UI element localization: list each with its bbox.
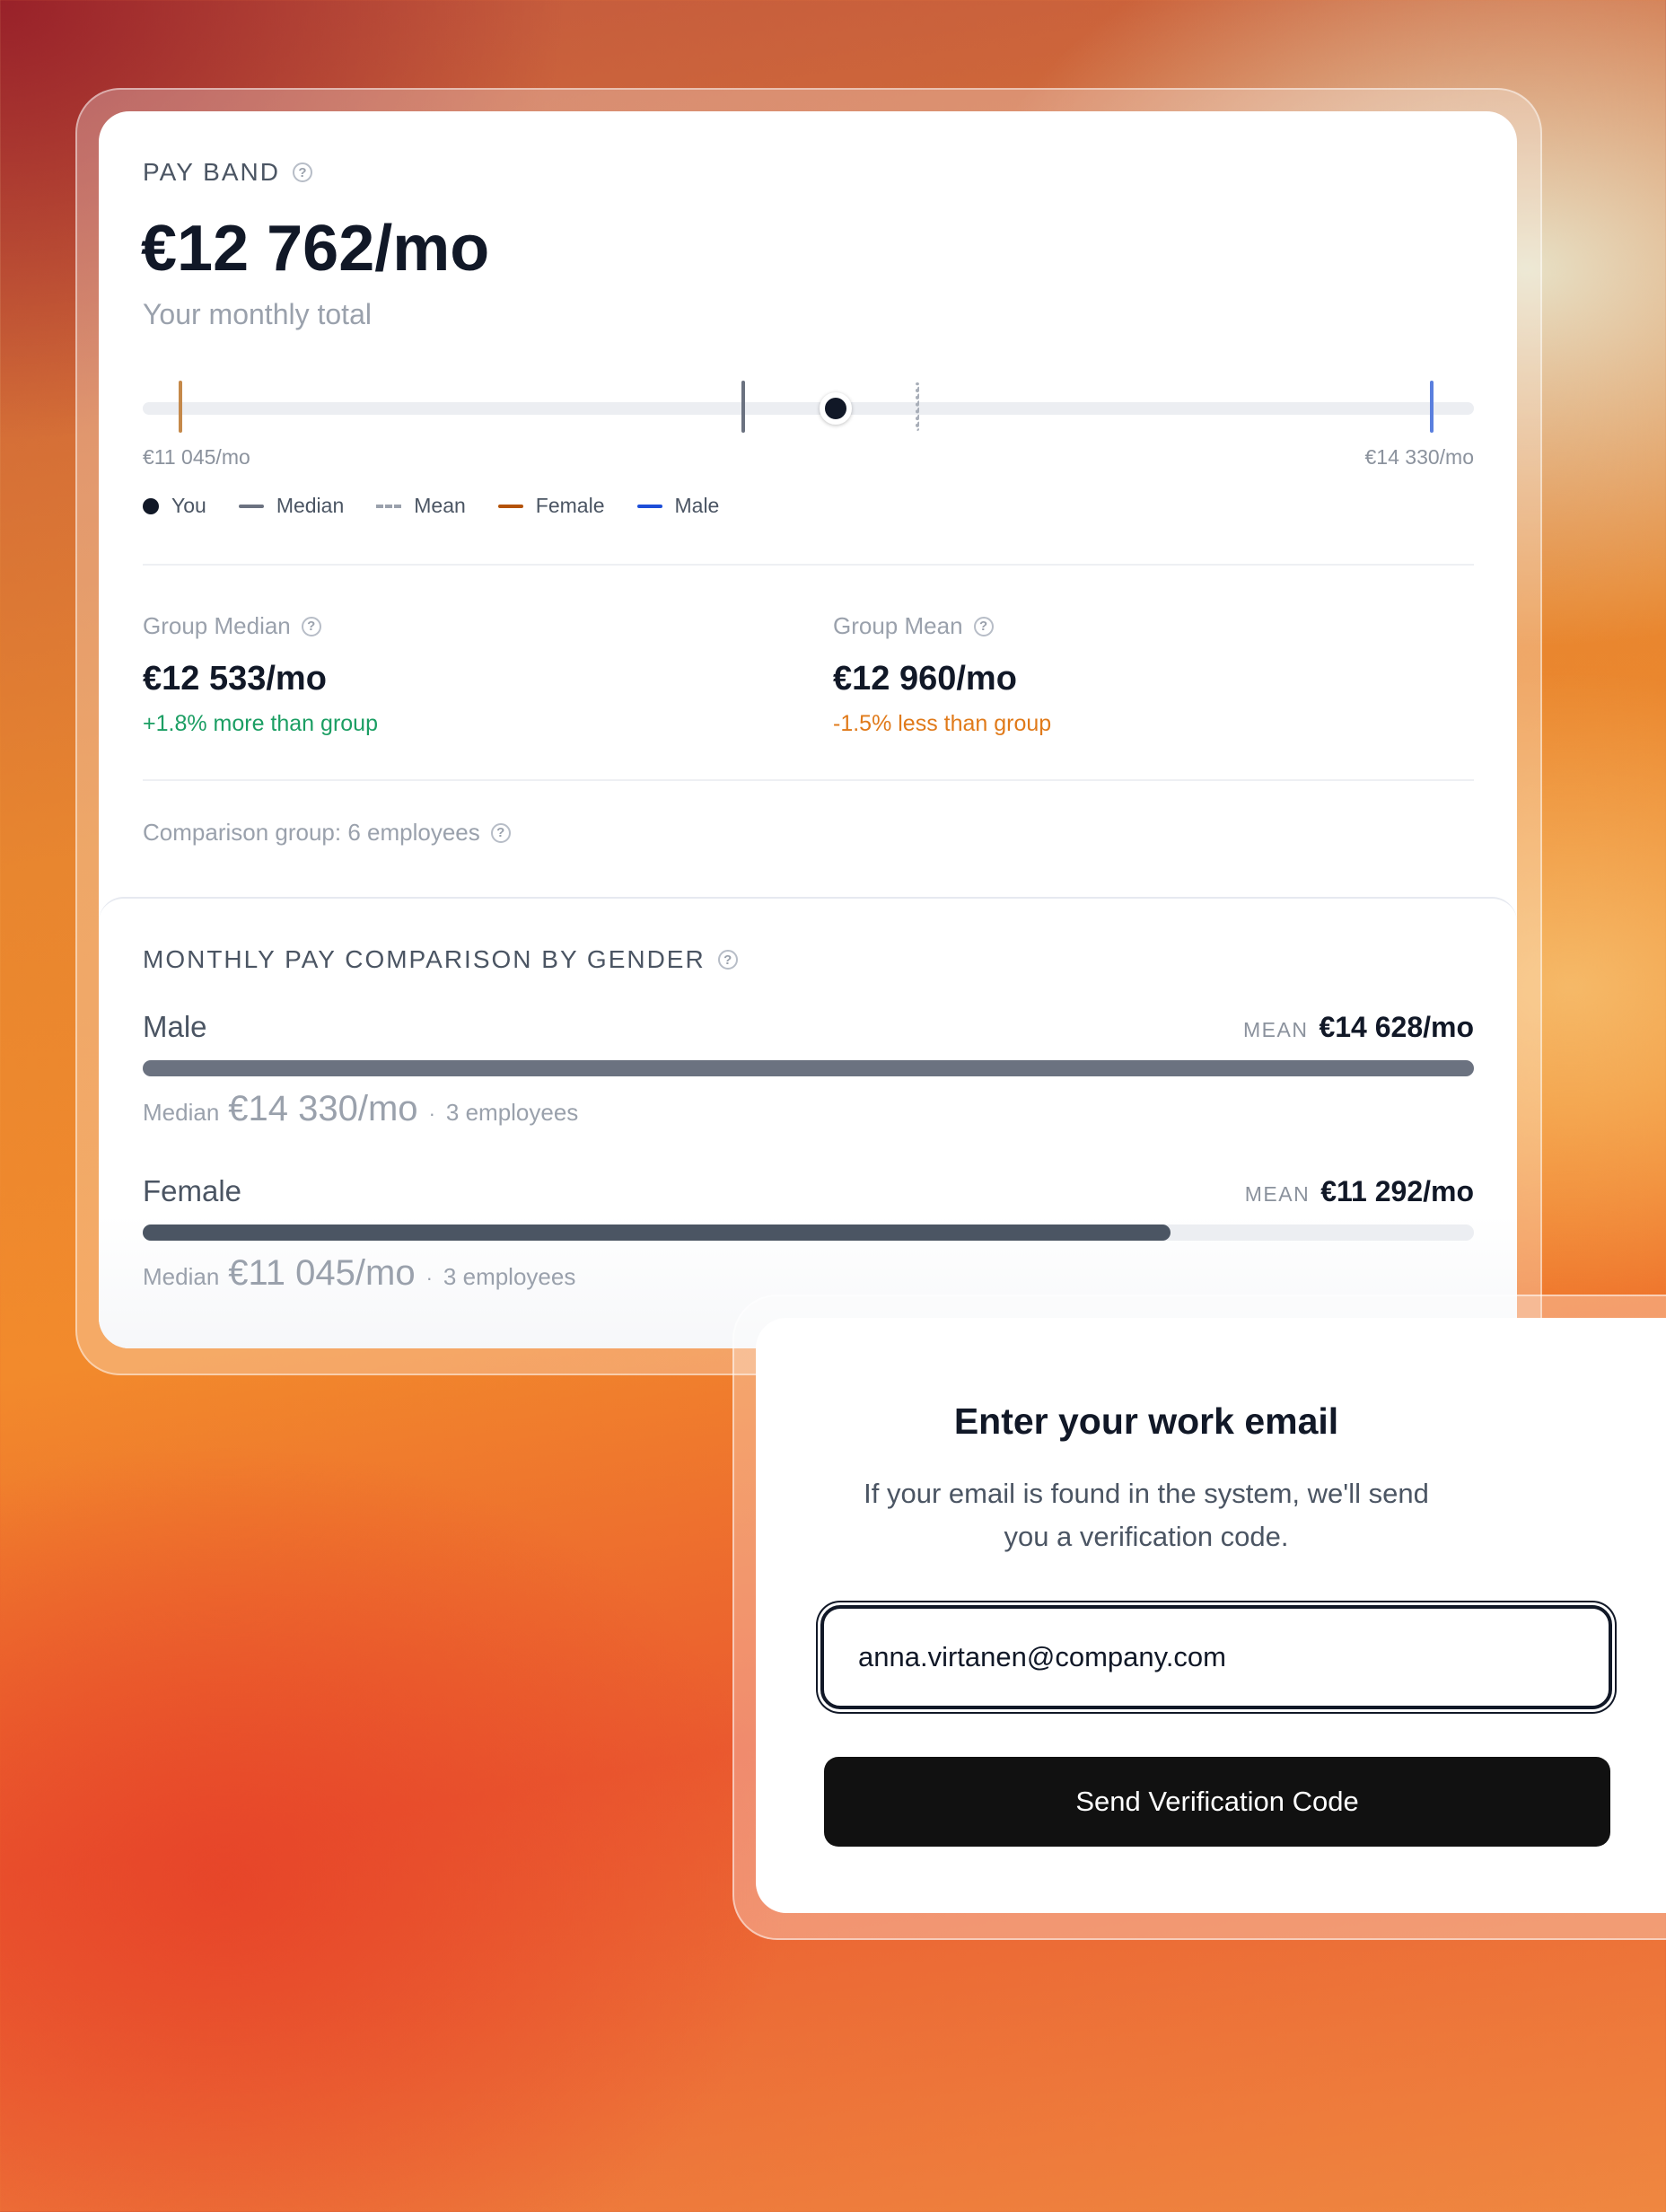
pay-band-heading-label: PAY BAND	[143, 158, 280, 186]
legend-you-swatch	[143, 497, 159, 514]
mean-caption: MEAN	[1244, 1182, 1311, 1206]
pay-card: PAY BAND ? €12 762/mo Your monthly total…	[99, 111, 1517, 1348]
monthly-total-caption: Your monthly total	[143, 298, 372, 330]
monthly-total-amount: €12 762/mo	[141, 213, 490, 285]
legend-you-label: You	[171, 494, 206, 517]
male-marker	[1430, 381, 1434, 433]
pay-band-track	[143, 402, 1474, 415]
gender-comparison-heading: MONTHLY PAY COMPARISON BY GENDER ?	[143, 945, 738, 974]
group-median-value: €12 533/mo	[143, 660, 327, 698]
median-value: €11 045/mo	[228, 1253, 416, 1293]
email-dialog-description: If your email is found in the system, we…	[864, 1478, 1429, 1552]
help-icon[interactable]: ?	[717, 950, 738, 970]
range-max-label: €14 330/mo	[1364, 445, 1474, 469]
separator: ·	[425, 1267, 433, 1289]
legend-mean-label: Mean	[414, 494, 466, 517]
legend-female-swatch	[497, 504, 523, 508]
mean-value: €11 292/mo	[1320, 1175, 1474, 1207]
gender-comparison-heading-label: MONTHLY PAY COMPARISON BY GENDER	[143, 945, 706, 973]
email-dialog-title: Enter your work email	[953, 1400, 1339, 1442]
gender-name: Female	[143, 1174, 242, 1207]
mean-marker	[916, 382, 919, 431]
legend-mean-swatch	[376, 504, 402, 508]
help-icon[interactable]: ?	[973, 616, 994, 636]
send-verification-code-button[interactable]: Send Verification Code	[824, 1757, 1610, 1847]
median-value: €14 330/mo	[228, 1089, 418, 1128]
group-mean-value: €12 960/mo	[833, 660, 1017, 698]
group-median-label-row: Group Median ?	[143, 612, 378, 640]
gender-mean: MEAN €11 292/mo	[1245, 1175, 1474, 1208]
median-label: Median	[143, 1263, 220, 1290]
gender-bar-track	[143, 1224, 1474, 1241]
legend-female: Female	[497, 494, 605, 518]
mean-value: €14 628/mo	[1319, 1011, 1474, 1043]
gender-bar-fill	[143, 1060, 1474, 1076]
help-icon[interactable]: ?	[490, 822, 511, 843]
gender-mean: MEAN €14 628/mo	[1243, 1011, 1474, 1044]
group-mean-diff: -1.5% less than group	[833, 711, 1052, 736]
employee-count: 3 employees	[445, 1099, 579, 1126]
help-icon[interactable]: ?	[301, 616, 321, 636]
email-input[interactable]	[820, 1605, 1612, 1709]
range-min-label: €11 045/mo	[143, 445, 250, 469]
female-marker	[179, 381, 182, 433]
legend-median: Median	[238, 494, 345, 518]
legend-median-label: Median	[276, 494, 345, 517]
divider	[143, 779, 1474, 781]
legend-male-label: Male	[674, 494, 720, 517]
divider	[143, 564, 1474, 566]
pay-band-legend: You Median Mean Female Male	[143, 494, 751, 518]
legend-mean: Mean	[376, 494, 466, 518]
group-mean-stat: Group Mean ? €12 960/mo -1.5% less than …	[833, 612, 1051, 737]
group-mean-label: Group Mean	[833, 612, 963, 639]
group-median-stat: Group Median ? €12 533/mo +1.8% more tha…	[143, 612, 378, 737]
group-median-label: Group Median	[143, 612, 291, 639]
pay-band-heading: PAY BAND ?	[143, 158, 312, 187]
legend-male: Male	[636, 494, 720, 518]
median-label: Median	[143, 1099, 220, 1126]
gender-comparison-section: MONTHLY PAY COMPARISON BY GENDER ? Male …	[99, 897, 1517, 1348]
you-marker	[820, 392, 852, 425]
gender-bar-track	[143, 1060, 1474, 1076]
group-mean-label-row: Group Mean ?	[833, 612, 1051, 640]
legend-median-swatch	[238, 504, 264, 508]
employee-count: 3 employees	[443, 1263, 576, 1290]
group-median-diff: +1.8% more than group	[143, 711, 378, 736]
gender-row-female: Female MEAN €11 292/mo Median €11 045/mo…	[143, 1174, 1474, 1294]
legend-you: You	[143, 494, 206, 518]
median-marker	[741, 381, 745, 433]
gender-bar-fill	[143, 1224, 1171, 1241]
legend-female-label: Female	[535, 494, 605, 517]
gender-row-male: Male MEAN €14 628/mo Median €14 330/mo ·…	[143, 1010, 1474, 1129]
pay-band-section: PAY BAND ? €12 762/mo Your monthly total…	[99, 111, 1517, 897]
legend-male-swatch	[636, 504, 662, 508]
email-card: Enter your work email If your email is f…	[756, 1318, 1666, 1913]
gender-name: Male	[143, 1010, 207, 1043]
mean-caption: MEAN	[1242, 1018, 1309, 1041]
help-icon[interactable]: ?	[292, 162, 312, 182]
comparison-group-label: Comparison group: 6 employees	[143, 819, 480, 846]
separator: ·	[428, 1102, 435, 1125]
comparison-group-note: Comparison group: 6 employees ?	[143, 819, 511, 847]
